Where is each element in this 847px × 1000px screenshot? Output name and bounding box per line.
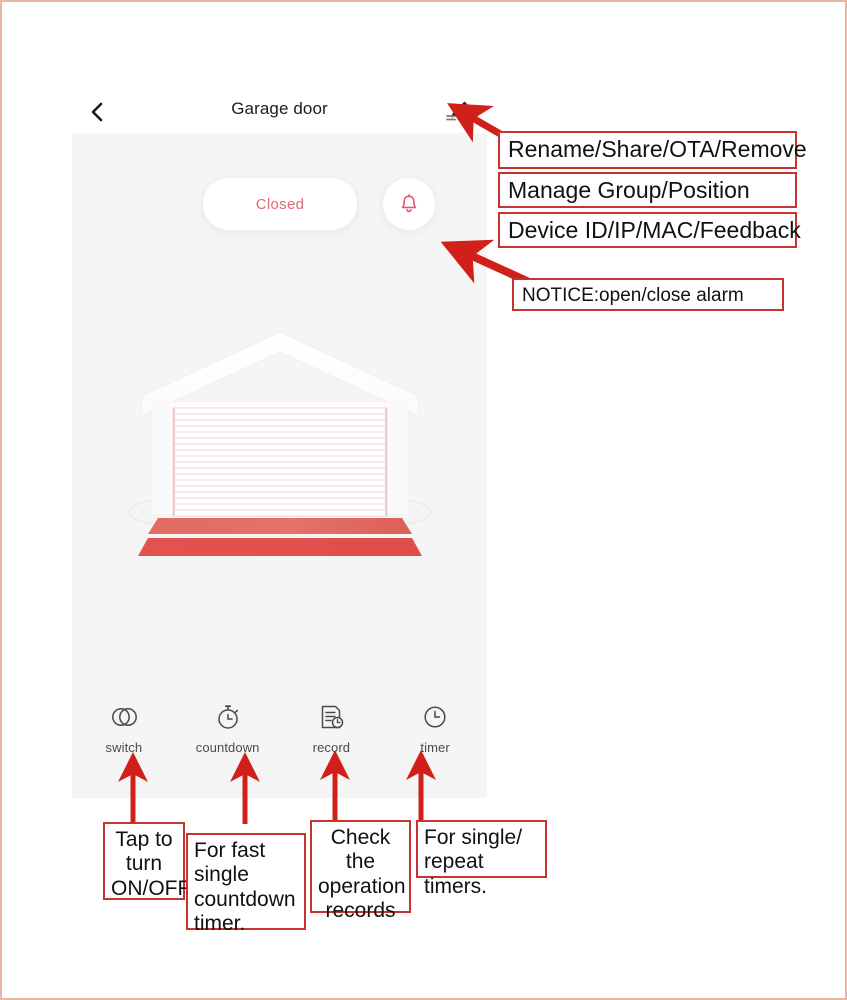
page-title: Garage door	[231, 99, 328, 118]
toolbar-item-switch[interactable]: switch	[72, 701, 176, 755]
device-detail-screen: Garage door Closed switch countdown reco…	[72, 90, 487, 798]
annotation-timer: For single/ repeat timers.	[416, 820, 547, 898]
pencil-edit-icon[interactable]	[442, 96, 472, 126]
door-status-label: Closed	[255, 195, 305, 213]
screenshot-page: Garage door Closed switch countdown reco…	[0, 0, 847, 1000]
annotation-menu-manage-group: Manage Group/Position	[498, 172, 797, 208]
alarm-bell-button[interactable]	[383, 178, 435, 230]
status-row: Closed	[72, 178, 487, 236]
device-action-toolbar: switch countdown record timer	[72, 701, 487, 755]
toolbar-item-record[interactable]: record	[280, 701, 384, 755]
annotation-switch: Tap to turn ON/OFF.	[103, 822, 194, 900]
app-bar: Garage door	[72, 90, 487, 133]
toolbar-label-record: record	[312, 740, 351, 755]
annotation-countdown: For fast single countdown timer.	[186, 833, 306, 935]
door-status-pill[interactable]: Closed	[203, 178, 357, 230]
clock-icon	[419, 701, 451, 733]
annotation-menu-device-info: Device ID/IP/MAC/Feedback	[498, 212, 801, 248]
toolbar-label-timer: timer	[420, 740, 450, 755]
document-clock-icon	[315, 701, 347, 733]
annotation-menu-rename: Rename/Share/OTA/Remove	[498, 131, 807, 169]
stopwatch-icon	[212, 701, 244, 733]
toolbar-label-switch: switch	[105, 740, 143, 755]
annotation-record: Check the operation records	[310, 820, 411, 922]
switch-toggle-icon	[108, 701, 140, 733]
garage-door-illustration	[100, 290, 460, 590]
toolbar-item-timer[interactable]: timer	[383, 701, 487, 755]
toolbar-label-countdown: countdown	[195, 740, 260, 755]
bell-icon	[401, 194, 417, 213]
annotation-notice-alarm: NOTICE:open/close alarm	[512, 278, 784, 311]
toolbar-item-countdown[interactable]: countdown	[176, 701, 280, 755]
